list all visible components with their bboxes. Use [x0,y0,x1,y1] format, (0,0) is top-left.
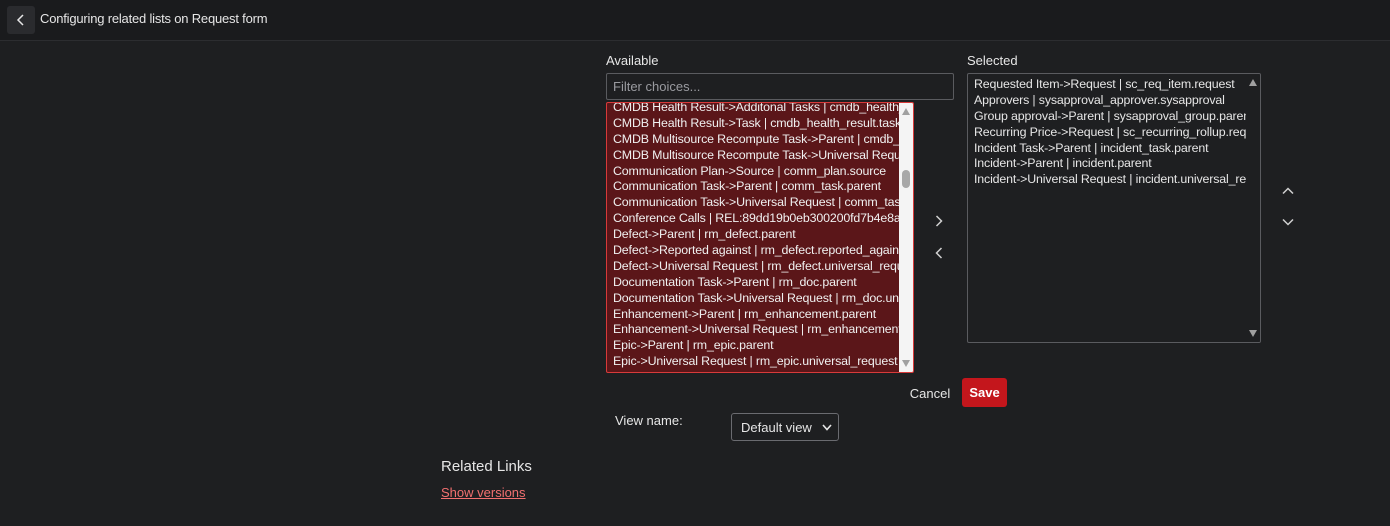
page-header: Configuring related lists on Request for… [0,0,1390,41]
list-item[interactable]: CMDB Health Result->Task | cmdb_health_r… [607,116,899,132]
scroll-down-arrow-icon[interactable] [902,360,910,367]
list-item[interactable]: Incident->Parent | incident.parent [968,156,1246,172]
view-name-label: View name: [615,413,683,428]
add-to-selected-button[interactable] [929,211,949,231]
filter-choices-input[interactable] [606,73,954,100]
scroll-down-arrow-icon[interactable] [1249,330,1257,337]
show-versions-link[interactable]: Show versions [441,485,526,500]
list-item[interactable]: Incident->Universal Request | incident.u… [968,172,1246,188]
chevron-left-icon [935,247,943,259]
chevron-down-icon [1282,218,1294,226]
list-item[interactable]: Approvers | sysapproval_approver.sysappr… [968,93,1246,109]
related-links-title: Related Links [441,458,532,475]
list-item[interactable]: Conference Calls | REL:89dd19b0eb300200f… [607,211,899,227]
scroll-thumb[interactable] [902,170,910,188]
selected-label: Selected [967,53,1018,68]
list-item[interactable]: Communication Task->Universal Request | … [607,195,899,211]
list-item[interactable]: Defect->Parent | rm_defect.parent [607,227,899,243]
list-item[interactable]: CMDB Multisource Recompute Task->Parent … [607,132,899,148]
chevron-left-icon [16,14,24,26]
view-name-select[interactable]: Default view [731,413,839,441]
cancel-button[interactable]: Cancel [904,379,956,407]
remove-from-selected-button[interactable] [929,243,949,263]
list-item[interactable]: Epic->Universal Request | rm_epic.univer… [607,354,899,370]
save-button[interactable]: Save [962,378,1007,407]
list-item[interactable]: Epic->Parent | rm_epic.parent [607,338,899,354]
list-item[interactable]: Requested Item->Request | sc_req_item.re… [968,77,1246,93]
list-item[interactable]: Documentation Task->Parent | rm_doc.pare… [607,275,899,291]
available-list[interactable]: CMDB Health Result->Additonal Tasks | cm… [606,102,914,373]
list-item[interactable]: Communication Task->Parent | comm_task.p… [607,179,899,195]
list-item[interactable]: CMDB Health Result->Additonal Tasks | cm… [607,103,899,116]
available-scrollbar[interactable] [899,103,913,372]
move-up-button[interactable] [1278,181,1298,201]
scroll-up-arrow-icon[interactable] [902,108,910,115]
view-name-value: Default view [741,419,812,435]
available-label: Available [606,53,659,68]
page-title: Configuring related lists on Request for… [40,11,268,26]
selected-list[interactable]: Requested Item->Request | sc_req_item.re… [967,73,1261,343]
selected-scrollbar[interactable] [1246,74,1260,342]
scroll-up-arrow-icon[interactable] [1249,79,1257,86]
list-item[interactable]: Enhancement->Parent | rm_enhancement.par… [607,307,899,323]
list-item[interactable]: Incident Task->Parent | incident_task.pa… [968,141,1246,157]
list-item[interactable]: Communication Plan->Source | comm_plan.s… [607,164,899,180]
list-item[interactable]: Defect->Universal Request | rm_defect.un… [607,259,899,275]
list-item[interactable]: Group approval->Parent | sysapproval_gro… [968,109,1246,125]
move-down-button[interactable] [1278,212,1298,232]
list-item[interactable]: Enhancement->Universal Request | rm_enha… [607,322,899,338]
list-item[interactable]: Documentation Task->Universal Request | … [607,291,899,307]
list-item[interactable]: Recurring Price->Request | sc_recurring_… [968,125,1246,141]
chevron-down-icon [822,423,832,431]
chevron-right-icon [935,215,943,227]
chevron-up-icon [1282,187,1294,195]
list-item[interactable]: CMDB Multisource Recompute Task->Univers… [607,148,899,164]
list-item[interactable]: Defect->Reported against | rm_defect.rep… [607,243,899,259]
back-button[interactable] [7,6,35,34]
